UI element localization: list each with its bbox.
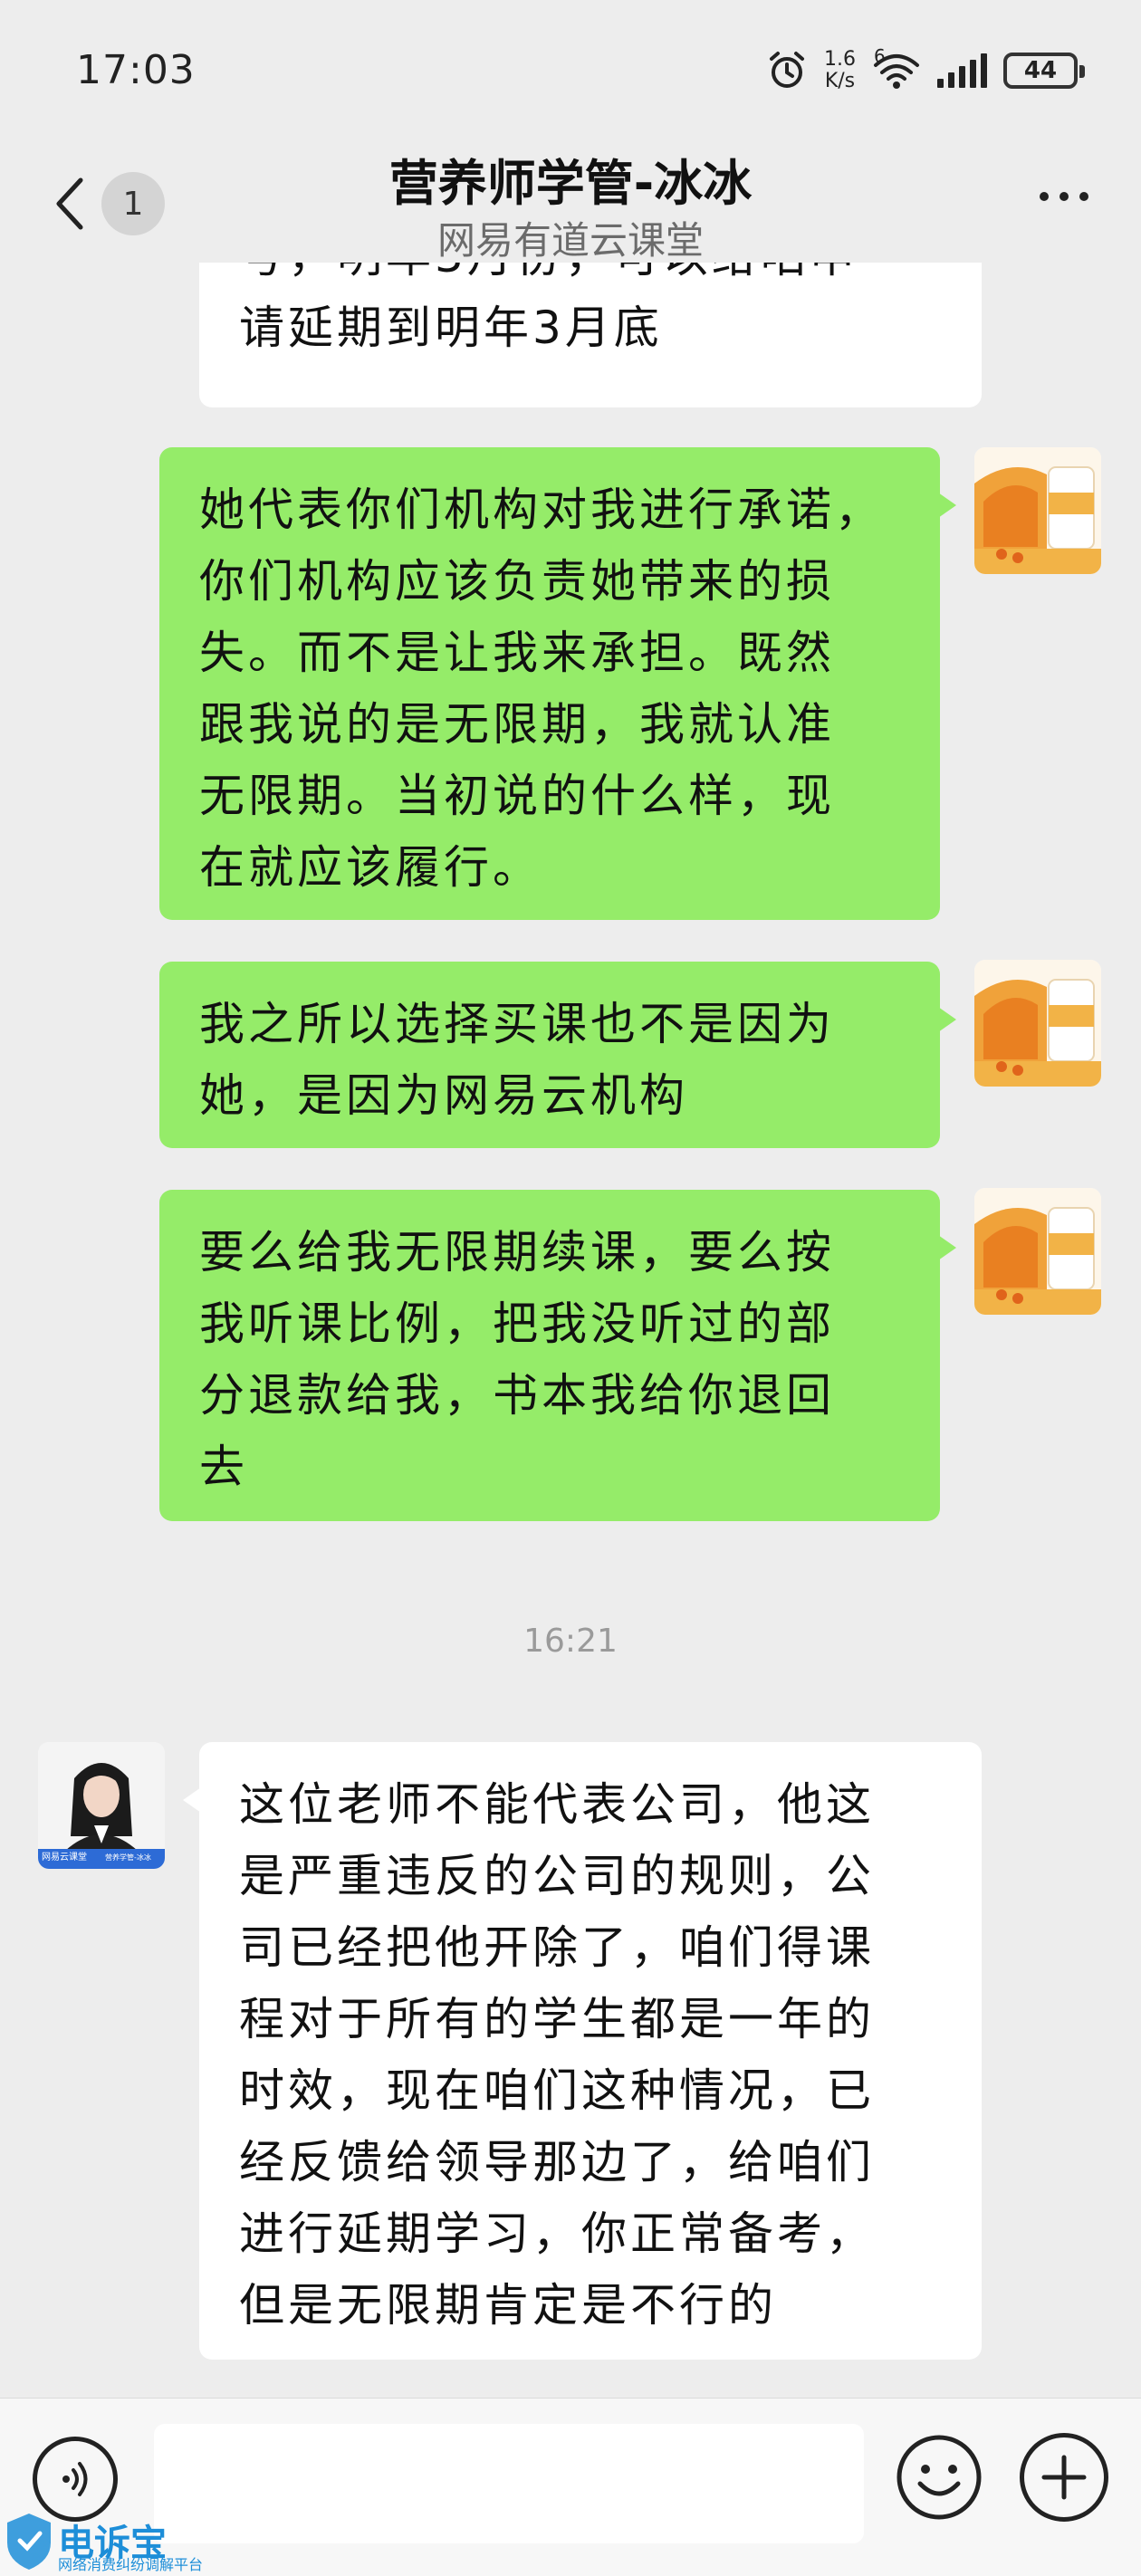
message-line: 这位老师不能代表公司，他这 bbox=[239, 1778, 875, 1831]
message-line: 要么给我无限期续课，要么按 bbox=[199, 1226, 835, 1278]
network-label: 6 bbox=[874, 45, 886, 67]
message-line: 在就应该履行。 bbox=[199, 841, 542, 894]
status-bar: 17:03 1.6 K/s 6 44 bbox=[0, 0, 1141, 136]
message-line: 失。而不是让我来承担。既然 bbox=[199, 627, 835, 679]
person-photo-icon bbox=[38, 1742, 165, 1869]
wifi-icon: 6 bbox=[872, 45, 921, 91]
battery-level: 44 bbox=[1023, 57, 1058, 84]
message-line: 分退款给我，书本我给你退回 bbox=[199, 1369, 835, 1422]
sent-message-bubble[interactable]: 她代表你们机构对我进行承诺， 你们机构应该负责她带来的损 失。而不是让我来承担。… bbox=[159, 447, 956, 920]
message-line: 跟我说的是无限期，我就认准 bbox=[199, 698, 835, 751]
chat-header: 1 营养师学管-冰冰 网易有道云课堂 bbox=[0, 136, 1141, 281]
sent-message-bubble[interactable]: 要么给我无限期续课，要么按 我听课比例，把我没听过的部 分退款给我，书本我给你退… bbox=[159, 1190, 956, 1521]
alarm-icon bbox=[770, 52, 804, 88]
message-line: 时效，现在咱们这种情况，已 bbox=[239, 2064, 875, 2117]
message-line: 程对于所有的学生都是一年的 bbox=[239, 1993, 875, 2045]
contact-avatar[interactable]: 网易云课堂 营养学管-冰冰 bbox=[38, 1742, 165, 1869]
message-line: 经反馈给领导那边了，给咱们 bbox=[239, 2136, 875, 2188]
watermark-tagline: 网络消费纠纷调解平台 bbox=[58, 2556, 204, 2573]
message-line: 进行延期学习，你正常备考， bbox=[239, 2207, 875, 2260]
status-time: 17:03 bbox=[76, 47, 196, 93]
network-speed: 1.6 K/s bbox=[824, 49, 856, 92]
speed-value: 1.6 bbox=[824, 48, 856, 71]
sent-message-bubble[interactable]: 我之所以选择买课也不是因为 她，是因为网易云机构 bbox=[159, 962, 956, 1148]
avatar-tag: 营养学管-冰冰 bbox=[105, 1853, 151, 1862]
shield-icon bbox=[7, 2514, 51, 2570]
message-line: 我听课比例，把我没听过的部 bbox=[199, 1298, 835, 1350]
message-line: 无限期。当初说的什么样，现 bbox=[199, 770, 835, 822]
message-line: 去 bbox=[199, 1441, 248, 1493]
chat-title: 营养师学管-冰冰 bbox=[388, 155, 753, 212]
message-line: 号，明年3月份，可以给咱申 bbox=[239, 263, 964, 292]
message-input[interactable] bbox=[154, 2424, 864, 2543]
message-line: 请延期到明年3月底 bbox=[239, 302, 663, 354]
status-icons: 1.6 K/s 6 44 bbox=[766, 43, 1085, 98]
more-icon[interactable] bbox=[1040, 192, 1088, 201]
product-image-icon bbox=[974, 960, 1101, 1087]
message-line: 司已经把他开除了，咱们得课 bbox=[239, 1921, 875, 1974]
signal-icon bbox=[937, 53, 987, 88]
my-avatar[interactable] bbox=[974, 1188, 1101, 1315]
received-message-bubble[interactable]: 这位老师不能代表公司，他这 是严重违反的公司的规则，公 司已经把他开除了，咱们得… bbox=[183, 1742, 982, 2360]
chat-subtitle: 网易有道云课堂 bbox=[436, 218, 704, 263]
speed-unit: K/s bbox=[824, 70, 856, 92]
avatar-caption: 网易云课堂 bbox=[42, 1853, 87, 1863]
my-avatar[interactable] bbox=[974, 447, 1101, 574]
message-line: 我之所以选择买课也不是因为 bbox=[199, 998, 835, 1050]
message-line: 她，是因为网易云机构 bbox=[199, 1069, 688, 1122]
message-line: 是严重违反的公司的规则，公 bbox=[239, 1850, 875, 1902]
plus-icon[interactable] bbox=[1020, 2433, 1108, 2522]
product-image-icon bbox=[974, 447, 1101, 574]
emoji-icon[interactable] bbox=[895, 2433, 983, 2522]
received-message-bubble[interactable]: 号，明年3月份，可以给咱申 请延期到明年3月底 bbox=[199, 263, 982, 407]
message-timestamp: 16:21 bbox=[523, 1623, 618, 1660]
my-avatar[interactable] bbox=[974, 960, 1101, 1087]
product-image-icon bbox=[974, 1188, 1101, 1315]
message-line: 她代表你们机构对我进行承诺， bbox=[199, 484, 884, 536]
message-line: 你们机构应该负责她带来的损 bbox=[199, 555, 835, 608]
message-line: 但是无限期肯定是不行的 bbox=[239, 2279, 777, 2332]
battery-icon: 44 bbox=[1003, 53, 1085, 89]
